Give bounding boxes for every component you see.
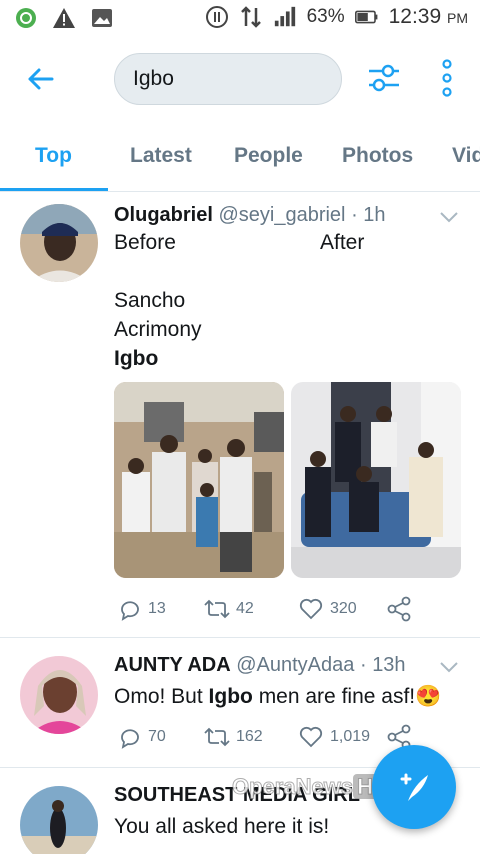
like-count: 320	[330, 600, 357, 617]
tweet-text: Omo! But Igbo men are fine asf!😍	[114, 682, 441, 711]
tweet-text-part: men are fine asf!😍	[252, 685, 442, 708]
search-input-value: Igbo	[133, 67, 174, 90]
tweet-header: AUNTY ADA @AuntyAdaa · 13h	[114, 654, 406, 677]
reply-count: 13	[148, 600, 166, 617]
tweet-text-after: After	[320, 231, 365, 254]
compose-tweet-button[interactable]	[372, 745, 456, 829]
separator-dot: ·	[359, 654, 367, 676]
share-icon	[387, 596, 411, 622]
user-handle: @seyi_gabriel	[218, 204, 346, 226]
data-saver-icon	[205, 5, 229, 29]
arrow-left-icon	[28, 68, 54, 90]
tweet-options-button[interactable]	[438, 660, 460, 674]
display-name[interactable]: AUNTY ADA	[114, 654, 231, 676]
clock-ampm: PM	[447, 10, 468, 26]
more-vertical-icon	[442, 59, 452, 97]
clock-time: 12:39	[388, 5, 442, 28]
tab-photos[interactable]: Photos	[342, 144, 413, 168]
battery-percent: 63%	[306, 6, 345, 27]
like-button[interactable]: 1,019	[298, 725, 370, 749]
avatar[interactable]	[20, 656, 98, 734]
reply-button[interactable]: 70	[118, 725, 166, 749]
tweet-text-acrimony: Acrimony	[114, 318, 202, 341]
retweet-icon	[204, 599, 230, 619]
tweet-time: 1h	[363, 204, 386, 226]
avatar[interactable]	[20, 204, 98, 282]
heart-icon	[299, 726, 323, 748]
search-header: Igbo	[0, 36, 480, 122]
warning-icon	[52, 6, 76, 30]
signal-icon	[273, 5, 297, 29]
gallery-icon	[90, 6, 114, 30]
search-input[interactable]: Igbo	[114, 53, 342, 105]
tweet-options-button[interactable]	[438, 210, 460, 224]
separator-dot: ·	[351, 204, 358, 226]
tab-people[interactable]: People	[234, 144, 303, 168]
tweet-text-part: Omo! But	[114, 685, 209, 708]
like-count: 1,019	[330, 728, 371, 745]
whatsapp-icon	[14, 6, 38, 30]
tab-top[interactable]: Top	[35, 144, 72, 168]
retweet-count: 42	[236, 600, 254, 617]
compose-feather-icon	[400, 773, 428, 801]
tweet-time: 13h	[372, 654, 406, 676]
tab-videos[interactable]: Vid	[452, 144, 480, 168]
data-transfer-icon	[239, 5, 263, 29]
reply-icon	[121, 729, 139, 749]
battery-icon	[354, 5, 379, 29]
tweet-text-line: Before After	[114, 228, 374, 257]
tweet-photo[interactable]	[291, 382, 461, 578]
like-button[interactable]: 320	[298, 597, 357, 621]
clock: 12:39 PM	[389, 5, 468, 29]
chevron-down-icon	[440, 662, 458, 673]
search-filter-button[interactable]	[366, 60, 402, 96]
chevron-down-icon	[440, 212, 458, 223]
tweet-text-before: Before	[114, 231, 176, 254]
tweet-text-igbo: Igbo	[114, 347, 159, 370]
tweet-text: You all asked here it is!	[114, 815, 330, 838]
retweet-button[interactable]: 162	[204, 725, 263, 749]
retweet-button[interactable]: 42	[204, 597, 254, 621]
reply-button[interactable]: 13	[118, 597, 166, 621]
tweet-photo[interactable]	[114, 382, 284, 578]
tweet-text-sancho: Sancho	[114, 289, 186, 312]
user-handle: @AuntyAdaa	[236, 654, 355, 676]
tweet-actions: 13 42 320	[114, 596, 464, 622]
reply-icon	[121, 601, 139, 621]
tab-latest[interactable]: Latest	[130, 144, 192, 168]
tweet[interactable]: Olugabriel @seyi_gabriel · 1h Before Aft…	[0, 192, 480, 638]
back-button[interactable]	[24, 62, 58, 96]
heart-icon	[299, 598, 323, 620]
reply-count: 70	[148, 728, 166, 745]
avatar[interactable]	[20, 786, 98, 854]
display-name[interactable]: Olugabriel	[114, 204, 213, 226]
share-button[interactable]	[386, 596, 412, 622]
tweet-header: Olugabriel @seyi_gabriel · 1h	[114, 204, 386, 227]
tweet-text-highlight: Igbo	[208, 685, 253, 708]
status-bar: 63% 12:39 PM	[0, 0, 480, 36]
sliders-icon	[369, 64, 399, 92]
watermark-text: OperaNews	[231, 774, 354, 800]
retweet-icon	[204, 727, 230, 747]
overflow-menu-button[interactable]	[436, 58, 458, 98]
search-tabs: Top Latest People Photos Vid	[0, 122, 480, 192]
retweet-count: 162	[236, 728, 263, 745]
